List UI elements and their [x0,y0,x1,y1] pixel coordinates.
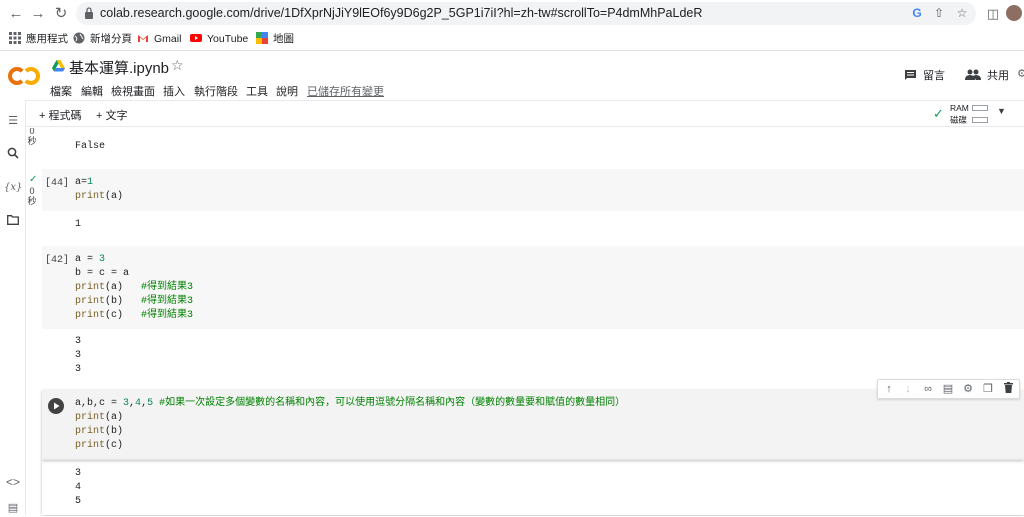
arrow-left-icon[interactable]: ← [6,4,26,24]
bookmark-star-icon[interactable]: ☆ [954,5,970,21]
move-down-icon[interactable]: ↓ [901,382,915,396]
drive-icon[interactable] [52,60,65,72]
mirror-cell-icon[interactable]: ❐ [981,382,995,396]
google-icon[interactable]: G [909,5,925,21]
comment-icon [905,70,916,80]
ram-bar [972,105,988,111]
cell-output: 1 [75,219,82,230]
code-cell[interactable] [42,169,1024,211]
bookmarks-bar: 應用程式 新增分頁 Gmail YouTube 地圖 [0,27,1024,51]
delete-trash-icon[interactable] [1001,382,1015,396]
code-editor[interactable]: a,b,c = 3,4,5 #如果一次設定多個變數的名稱和內容，可以使用逗號分隔… [75,397,625,453]
star-icon[interactable]: ☆ [171,57,184,74]
bookmark-youtube[interactable]: YouTube [190,31,248,47]
menu-runtime[interactable]: 執行階段 [194,83,238,99]
resource-monitor[interactable]: RAM 磁碟 [932,102,992,126]
exec-time-label: 0秒 [27,186,37,206]
bookmark-gmail[interactable]: Gmail [137,31,181,47]
browser-toolbar: ← → ↻ colab.research.google.com/drive/1D… [0,0,1024,27]
settings-gear-icon[interactable]: ⚙ [1017,67,1024,80]
toc-list-icon[interactable]: ☰ [4,112,22,130]
url-text[interactable]: colab.research.google.com/drive/1DfXprNj… [100,6,702,20]
run-cell-button[interactable] [48,398,64,414]
link-icon[interactable]: ∞ [921,382,935,396]
disk-label: 磁碟 [950,115,968,125]
share-page-icon[interactable]: ⇧ [931,5,947,21]
search-icon[interactable] [4,146,22,164]
saved-status-link[interactable]: 已儲存所有變更 [307,83,384,99]
menu-file[interactable]: 檔案 [50,83,72,99]
profile-avatar[interactable] [1006,5,1022,21]
reload-icon[interactable]: ↻ [51,4,71,24]
colab-logo[interactable] [8,66,40,86]
lock-icon [85,7,93,19]
bookmark-apps[interactable]: 應用程式 [9,31,68,47]
cell-output-area [42,460,1024,515]
notebook-area: 0秒 False ✓ 0秒 [44] a=1 print(a) 1 [42] a… [27,128,1024,516]
comment-icon[interactable]: ▤ [941,382,955,396]
side-rail: ☰ {x} <> ▤ [0,100,26,516]
code-snippets-icon[interactable]: <> [4,473,22,491]
cell-toolbar: ↑ ↓ ∞ ▤ ⚙ ❐ [877,379,1020,399]
settings-gear-icon[interactable]: ⚙ [961,382,975,396]
globe-icon [73,32,85,44]
maps-icon [256,32,268,44]
add-text-button[interactable]: + 文字 [96,107,127,123]
notebook-toolbar: + 程式碼 + 文字 ✓ RAM 磁碟 ▼ [0,100,1024,127]
people-icon [965,69,981,80]
play-icon [54,402,60,410]
cell-output: False [75,141,106,152]
execution-count: [42] [45,255,70,266]
menu-edit[interactable]: 編輯 [81,83,103,99]
disk-bar [972,117,988,123]
comment-button[interactable]: 留言 [904,67,945,83]
address-bar[interactable]: colab.research.google.com/drive/1DfXprNj… [76,2,976,25]
apps-grid-icon [9,32,21,44]
code-editor[interactable]: a=1 print(a) [75,176,123,204]
gmail-icon [138,35,148,42]
colab-header: 基本運算.ipynb ☆ 檔案 編輯 檢視畫面 插入 執行階段 工具 說明 已儲… [0,52,1024,100]
run-success-check-icon: ✓ [29,174,38,185]
cell-output: 3 4 5 [75,468,82,507]
move-up-icon[interactable]: ↑ [882,382,896,396]
runtime-dropdown-icon[interactable]: ▼ [997,106,1006,116]
bookmark-maps[interactable]: 地圖 [256,31,294,47]
share-button[interactable]: 共用 [965,67,1009,83]
folder-icon[interactable] [4,213,22,231]
cell-output: 3 3 3 [75,336,82,375]
sidebar-toggle-icon[interactable]: ◫ [983,4,1003,24]
add-code-button[interactable]: + 程式碼 [39,107,81,123]
bookmark-new-tab[interactable]: 新增分頁 [73,31,132,47]
execution-count: [44] [45,178,70,189]
terminal-icon[interactable]: ▤ [4,499,22,517]
youtube-icon [190,34,202,42]
variables-icon[interactable]: {x} [4,179,22,197]
code-editor[interactable]: a = 3 b = c = a print(a) #得到結果3 print(b)… [75,253,193,323]
arrow-right-icon[interactable]: → [28,4,48,24]
notebook-title[interactable]: 基本運算.ipynb [69,57,169,78]
menu-help[interactable]: 說明 [276,83,298,99]
menu-tools[interactable]: 工具 [246,83,268,99]
ram-label: RAM [950,103,969,113]
menu-insert[interactable]: 插入 [163,83,185,99]
exec-time-label: 0秒 [27,128,37,146]
menu-view[interactable]: 檢視畫面 [111,83,155,99]
